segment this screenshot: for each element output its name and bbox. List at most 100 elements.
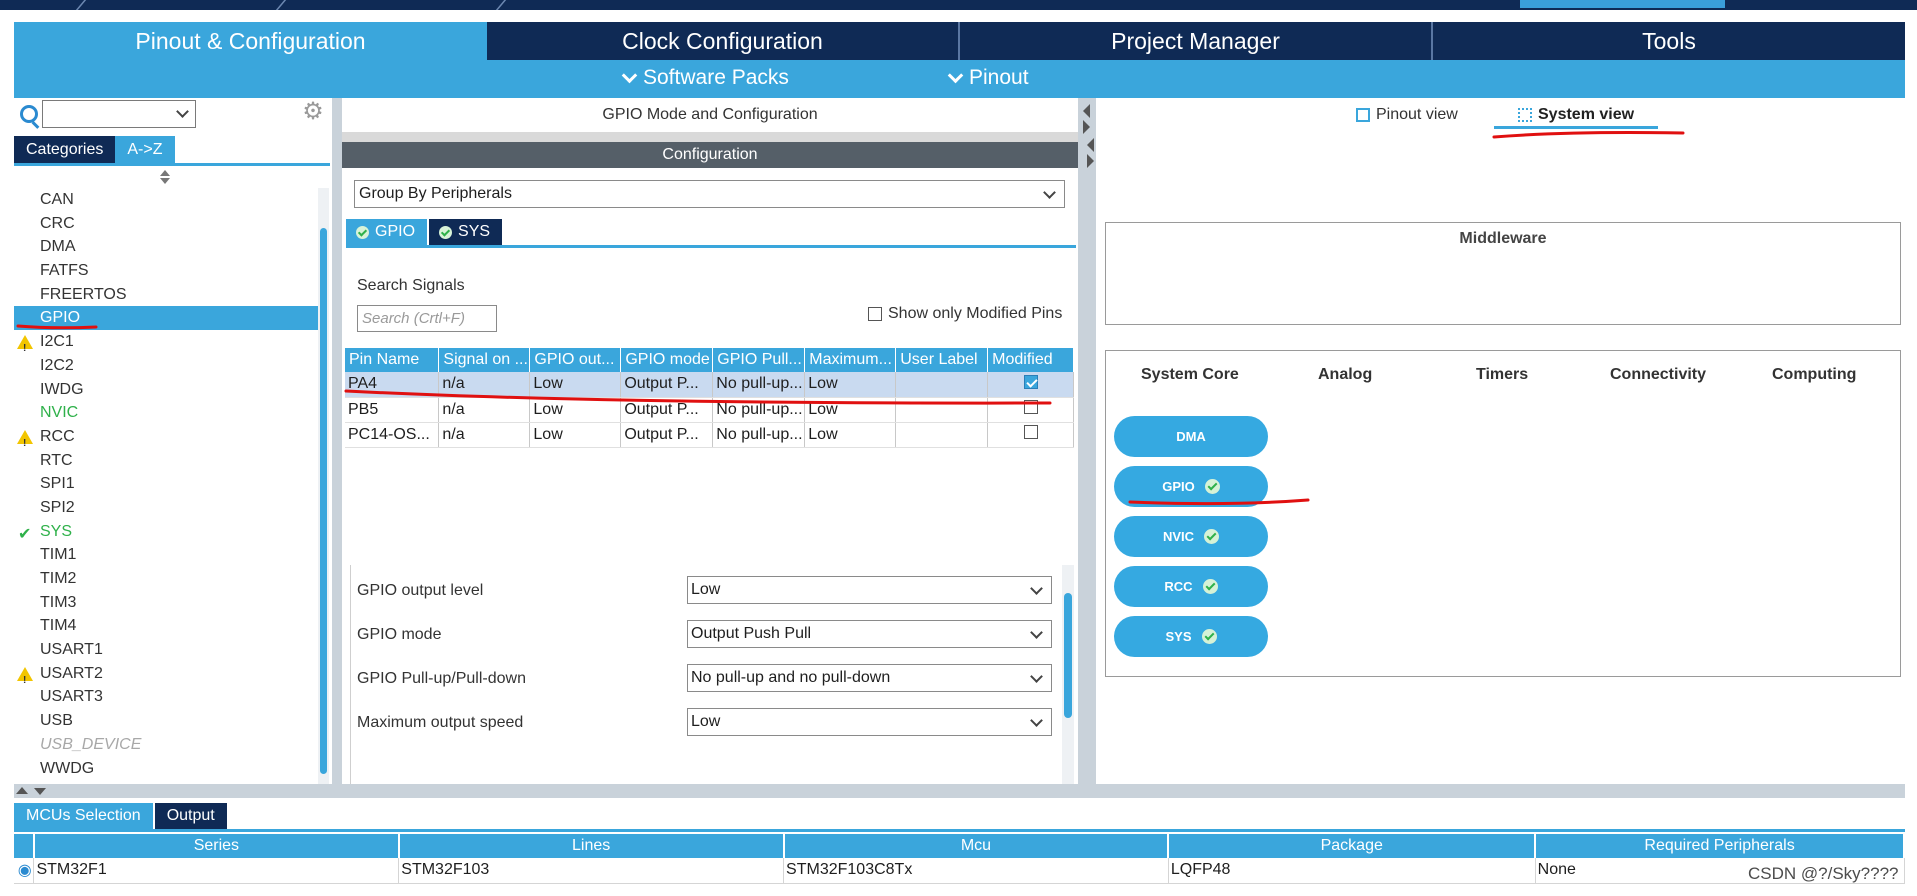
- tab-mcus-selection[interactable]: MCUs Selection: [14, 803, 153, 829]
- modified-checkbox[interactable]: [1023, 374, 1038, 389]
- search-signals-input[interactable]: Search (Crtl+F): [357, 305, 497, 332]
- list-item[interactable]: ✔ SYS: [14, 520, 320, 544]
- list-item[interactable]: I2C2: [14, 354, 320, 378]
- table-header-cell[interactable]: Modified: [987, 348, 1074, 372]
- list-item[interactable]: CRC: [14, 212, 320, 236]
- grid-icon: [1518, 108, 1532, 122]
- tab-pinout-configuration[interactable]: Pinout & Configuration: [14, 22, 487, 60]
- list-item[interactable]: TIM3: [14, 591, 320, 615]
- table-header-cell[interactable]: GPIO Pull...: [712, 348, 806, 372]
- group-by-select[interactable]: Group By Peripherals: [354, 180, 1065, 208]
- show-modified-toggle[interactable]: Show only Modified Pins: [868, 305, 1062, 323]
- tab-sys[interactable]: SYS: [429, 219, 503, 245]
- list-item[interactable]: SPI2: [14, 496, 320, 520]
- list-item[interactable]: SPI1: [14, 472, 320, 496]
- sort-icon[interactable]: [160, 170, 172, 184]
- chevron-down-icon[interactable]: [1030, 582, 1043, 595]
- search-icon[interactable]: [20, 105, 38, 123]
- parameter-select[interactable]: Low: [687, 708, 1052, 736]
- list-item[interactable]: TIM2: [14, 567, 320, 591]
- list-item[interactable]: FREERTOS: [14, 283, 320, 307]
- chevron-down-icon[interactable]: [1043, 186, 1056, 199]
- table-cell: [895, 397, 989, 423]
- list-item[interactable]: TIM4: [14, 614, 320, 638]
- horizontal-divider[interactable]: [14, 784, 1905, 798]
- list-item[interactable]: I2C1: [14, 330, 320, 361]
- list-item[interactable]: RTC: [14, 449, 320, 473]
- collapse-down-icon[interactable]: [34, 788, 46, 795]
- parameter-select[interactable]: No pull-up and no pull-down: [687, 664, 1052, 692]
- expand-right-icon[interactable]: [1083, 120, 1090, 134]
- tab-clock-configuration[interactable]: Clock Configuration: [487, 22, 960, 60]
- list-item[interactable]: CAN: [14, 188, 320, 212]
- table-header-cell[interactable]: GPIO out...: [529, 348, 622, 372]
- list-item[interactable]: USART1: [14, 638, 320, 662]
- rcc-button[interactable]: RCC: [1114, 566, 1268, 607]
- tab-tools[interactable]: Tools: [1433, 22, 1905, 60]
- list-item[interactable]: IWDG: [14, 378, 320, 402]
- gpio-button[interactable]: GPIO: [1114, 466, 1268, 507]
- parameter-select[interactable]: Low: [687, 576, 1052, 604]
- list-item-label: FREERTOS: [40, 285, 127, 303]
- table-header-cell[interactable]: Signal on ...: [438, 348, 531, 372]
- list-item[interactable]: FATFS: [14, 259, 320, 283]
- modified-checkbox[interactable]: [1023, 425, 1038, 439]
- panel-divider[interactable]: [332, 98, 342, 784]
- table-row[interactable]: PB5 n/a Low Output P... No pull-up... Low: [345, 397, 1074, 423]
- table-header-cell[interactable]: GPIO mode: [620, 348, 714, 372]
- list-item[interactable]: GPIO: [14, 306, 320, 331]
- chevron-down-icon[interactable]: [1030, 714, 1043, 727]
- table-row[interactable]: PA4 n/a Low Output P... No pull-up... Low: [345, 372, 1074, 398]
- list-item[interactable]: USART2: [14, 662, 320, 692]
- gear-icon[interactable]: ⚙: [302, 100, 324, 124]
- expand-up-icon[interactable]: [16, 787, 28, 794]
- software-packs-menu[interactable]: Software Packs: [621, 66, 789, 90]
- scrollbar-thumb[interactable]: [320, 228, 327, 774]
- chevron-down-icon[interactable]: [176, 105, 189, 118]
- nvic-button[interactable]: NVIC: [1114, 516, 1268, 557]
- collapse-left-icon[interactable]: [1083, 104, 1090, 118]
- tab-a-z[interactable]: A->Z: [115, 136, 175, 164]
- tab-gpio[interactable]: GPIO: [346, 219, 428, 245]
- list-item[interactable]: USART3: [14, 685, 320, 709]
- sys-button[interactable]: SYS: [1114, 616, 1268, 657]
- list-item[interactable]: USB: [14, 709, 320, 733]
- list-item-label: GPIO: [40, 309, 81, 327]
- peripheral-list-scrollbar[interactable]: [318, 188, 329, 784]
- table-header-cell[interactable]: User Label: [895, 348, 989, 372]
- table-row[interactable]: PC14-OS... n/a Low Output P... No pull-up...…: [345, 422, 1074, 448]
- tab-output[interactable]: Output: [154, 803, 227, 829]
- pinout-menu[interactable]: Pinout: [947, 66, 1029, 90]
- dma-button[interactable]: DMA: [1114, 416, 1268, 457]
- list-item[interactable]: WWDG: [14, 757, 320, 781]
- collapse-left-icon[interactable]: [1087, 138, 1094, 152]
- list-item[interactable]: DMA: [14, 235, 320, 259]
- table-cell: Low: [529, 397, 622, 423]
- scrollbar-thumb[interactable]: [1064, 593, 1072, 718]
- tab-system-view[interactable]: System view: [1518, 106, 1634, 124]
- peripheral-search-combo[interactable]: [42, 100, 196, 128]
- list-item[interactable]: USB_DEVICE: [14, 733, 320, 757]
- modified-checkbox[interactable]: [1023, 400, 1038, 414]
- selected-radio-icon[interactable]: ◉: [14, 858, 35, 884]
- show-modified-checkbox[interactable]: [868, 307, 882, 321]
- tab-project-manager[interactable]: Project Manager: [960, 22, 1433, 60]
- list-item[interactable]: RCC: [14, 425, 320, 456]
- tab-categories[interactable]: Categories: [14, 136, 116, 164]
- list-item[interactable]: TIM1: [14, 543, 320, 567]
- table-header-cell[interactable]: Pin Name: [345, 348, 440, 372]
- chevron-down-icon[interactable]: [1030, 626, 1043, 639]
- list-item[interactable]: NVIC: [14, 401, 320, 425]
- table-row[interactable]: ◉ STM32F1 STM32F103 STM32F103C8Tx LQFP48…: [14, 858, 1905, 884]
- expand-right-icon[interactable]: [1087, 154, 1094, 168]
- table-header-cell[interactable]: Maximum...: [804, 348, 897, 372]
- tab-pinout-view[interactable]: Pinout view: [1356, 106, 1458, 124]
- parameters-scrollbar[interactable]: [1062, 565, 1074, 784]
- chevron-down-icon[interactable]: [1030, 670, 1043, 683]
- panel-divider[interactable]: [1078, 98, 1096, 784]
- check-circle-icon: [439, 225, 453, 239]
- column-system-core: System Core: [1141, 366, 1239, 383]
- pinout-menu-label: Pinout: [969, 66, 1029, 89]
- parameter-select[interactable]: Output Push Pull: [687, 620, 1052, 648]
- table-cell: STM32F103: [398, 858, 785, 884]
